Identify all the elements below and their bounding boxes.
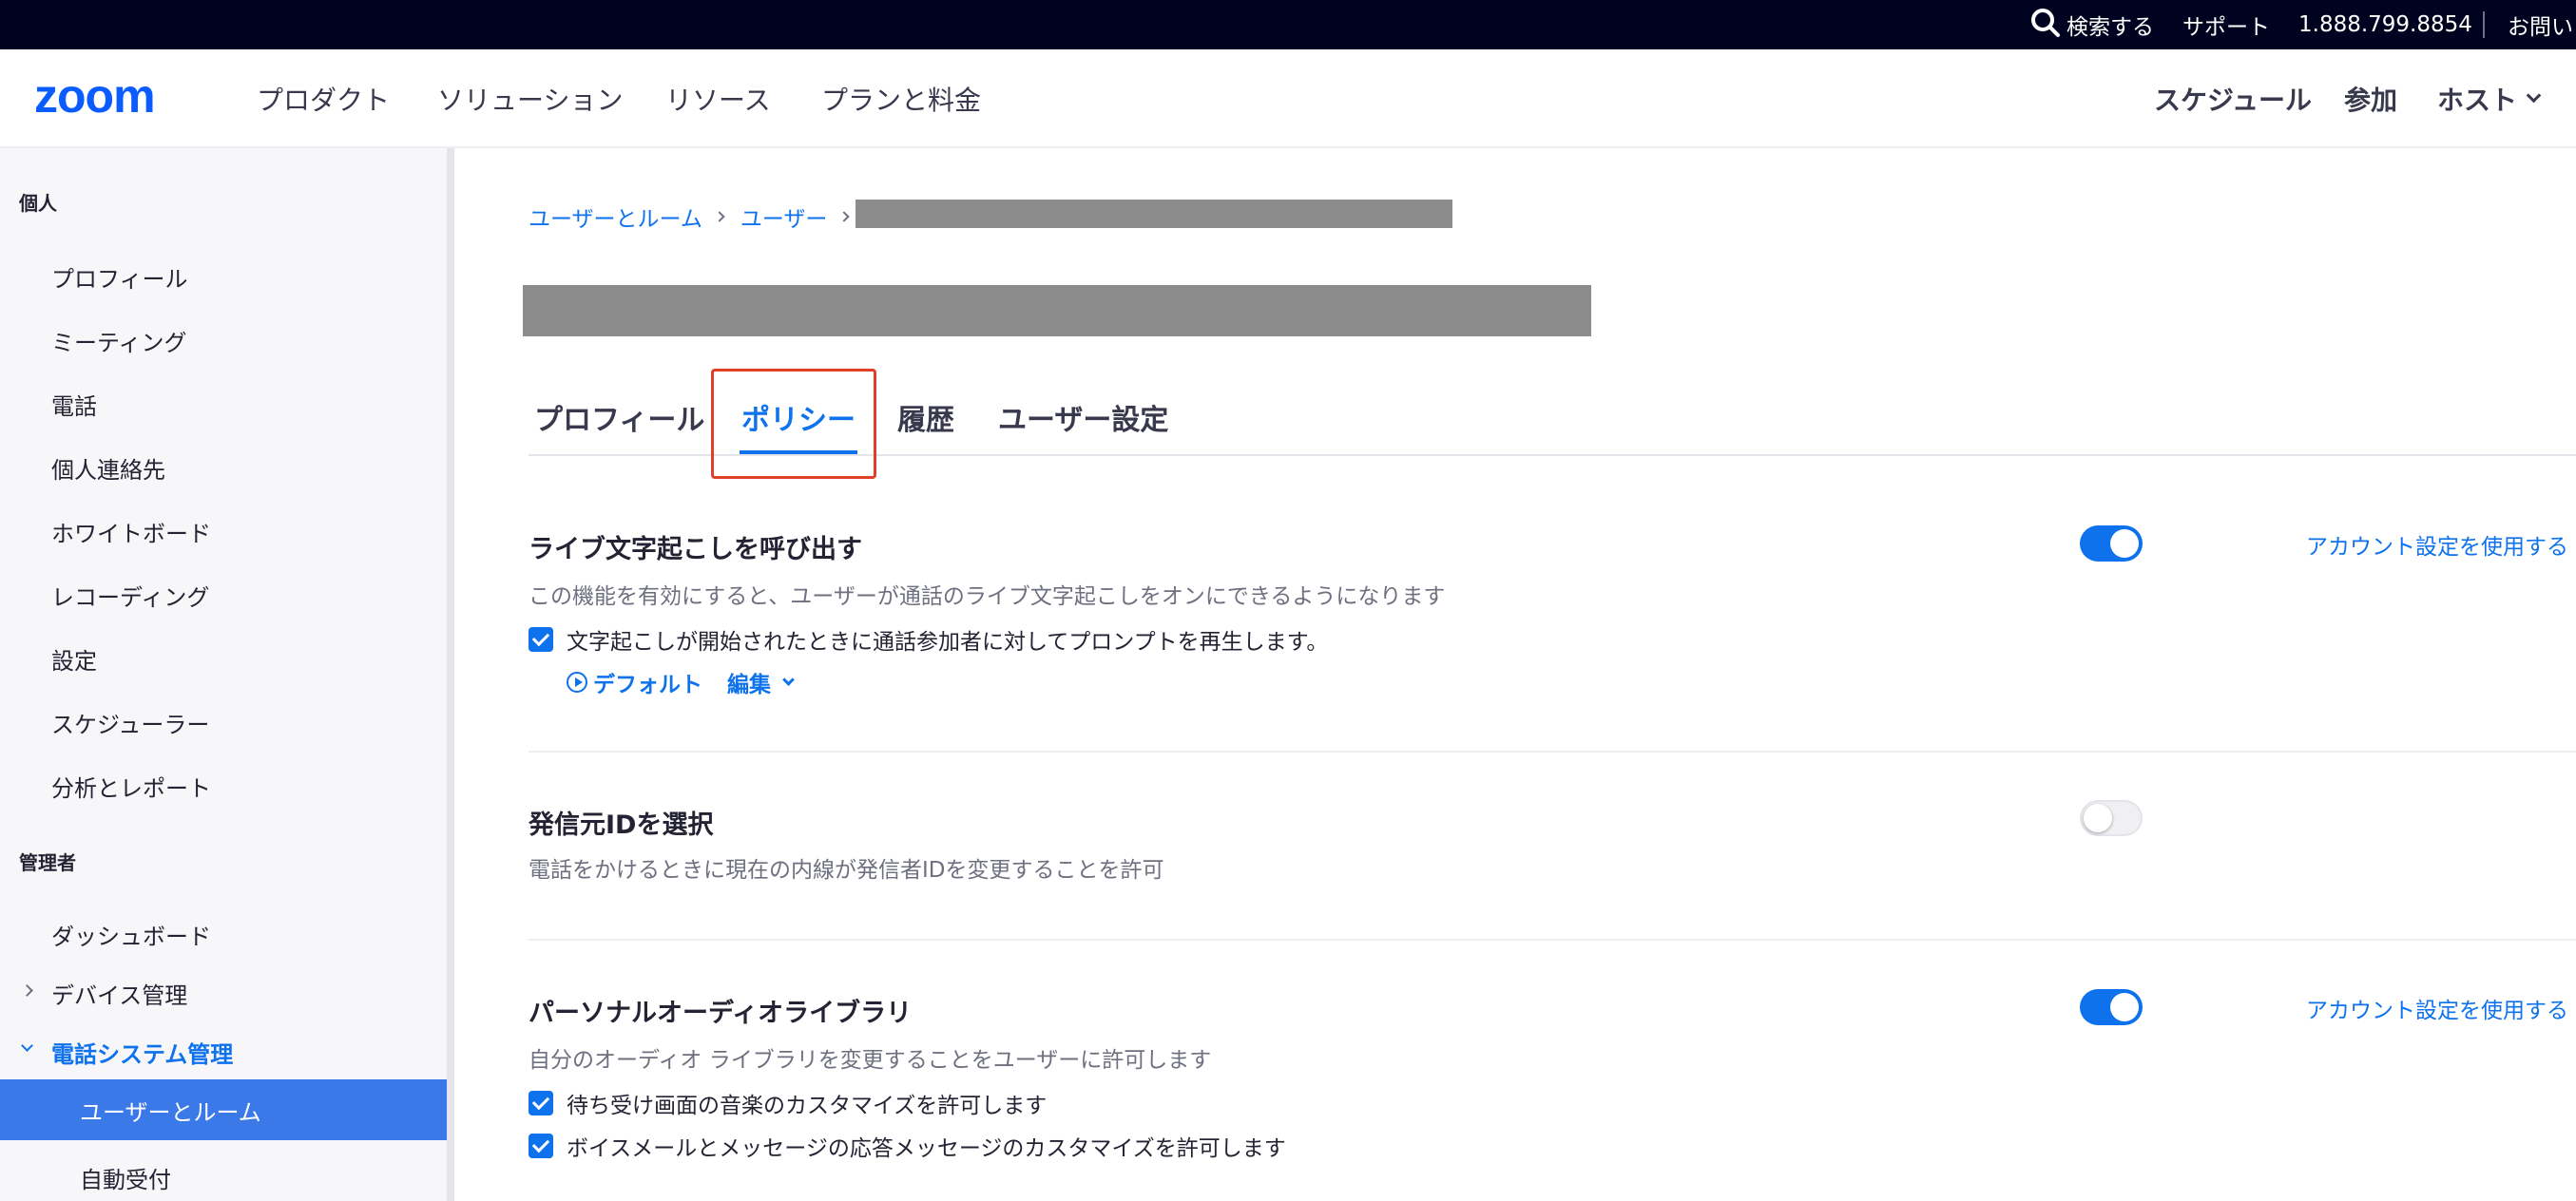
default-link[interactable]: デフォルト bbox=[593, 666, 702, 698]
nav-join[interactable]: 参加 bbox=[2344, 49, 2397, 148]
nav-host[interactable]: ホスト bbox=[2437, 49, 2542, 148]
option-label: 文字起こしが開始されたときに通話参加者に対してプロンプトを再生します。 bbox=[567, 630, 1329, 655]
tab-history[interactable]: 履歴 bbox=[897, 380, 954, 454]
sidebar-item-whiteboard[interactable]: ホワイトボード bbox=[51, 515, 211, 548]
main-nav: zoom プロダクト ソリューション リソース プランと料金 スケジュール 参加… bbox=[0, 49, 2576, 148]
sidebar-item-users-rooms[interactable]: ユーザーとルーム bbox=[0, 1079, 447, 1140]
utility-bar: 検索する サポート 1.888.799.8854 お問い bbox=[0, 0, 2576, 49]
highlight-annotation bbox=[711, 369, 876, 479]
toggle-knob bbox=[2110, 993, 2139, 1021]
chevron-right-icon bbox=[714, 211, 725, 222]
sidebar-scrollbar[interactable] bbox=[447, 148, 454, 1201]
sidebar-item-auto-receptionist[interactable]: 自動受付 bbox=[80, 1161, 171, 1194]
play-icon[interactable] bbox=[567, 672, 587, 693]
toggle-knob bbox=[2110, 529, 2139, 558]
redacted-user-name bbox=[523, 285, 1591, 336]
sidebar: 個人 プロフィール ミーティング 電話 個人連絡先 ホワイトボード レコーディン… bbox=[0, 148, 454, 1201]
sidebar-item-scheduler[interactable]: スケジューラー bbox=[51, 706, 209, 739]
chevron-right-icon[interactable] bbox=[21, 984, 33, 997]
chevron-down-icon[interactable] bbox=[782, 673, 795, 686]
use-account-setting-link[interactable]: アカウント設定を使用する bbox=[2306, 528, 2568, 561]
option-label: ボイスメールとメッセージの応答メッセージのカスタマイズを許可します bbox=[567, 1136, 1286, 1161]
use-account-setting-link[interactable]: アカウント設定を使用する bbox=[2306, 992, 2568, 1024]
sidebar-item-phone-system[interactable]: 電話システム管理 bbox=[51, 1036, 233, 1069]
setting-title-live-transcription: ライブ文字起こしを呼び出す bbox=[529, 535, 862, 564]
sidebar-item-dashboard[interactable]: ダッシュボード bbox=[51, 918, 211, 951]
option-hold-music[interactable]: 待ち受け画面の音楽のカスタマイズを許可します bbox=[529, 1089, 1048, 1118]
nav-pricing[interactable]: プランと料金 bbox=[821, 49, 981, 148]
nav-solutions[interactable]: ソリューション bbox=[437, 49, 623, 148]
edit-link[interactable]: 編集 bbox=[727, 666, 771, 698]
search-link[interactable]: 検索する bbox=[2067, 0, 2154, 49]
toggle-caller-id[interactable] bbox=[2080, 800, 2143, 836]
redacted-breadcrumb-name bbox=[855, 200, 1452, 228]
sidebar-item-phone[interactable]: 電話 bbox=[51, 388, 97, 421]
nav-schedule[interactable]: スケジュール bbox=[2154, 49, 2312, 148]
setting-title-caller-id: 発信元IDを選択 bbox=[529, 810, 714, 840]
breadcrumb-users[interactable]: ユーザー bbox=[740, 200, 828, 233]
nav-host-label: ホスト bbox=[2437, 85, 2518, 116]
chevron-down-icon[interactable] bbox=[21, 1039, 33, 1052]
nav-resources[interactable]: リソース bbox=[665, 49, 771, 148]
breadcrumb-users-rooms[interactable]: ユーザーとルーム bbox=[529, 200, 702, 233]
setting-desc-live-transcription: この機能を有効にすると、ユーザーが通話のライブ文字起こしをオンにできるようになり… bbox=[529, 584, 1446, 609]
search-icon[interactable] bbox=[2028, 6, 2063, 40]
toggle-live-transcription[interactable] bbox=[2080, 525, 2143, 562]
zoom-logo[interactable]: zoom bbox=[34, 76, 205, 118]
toggle-knob bbox=[2084, 804, 2112, 832]
option-transcription-prompt[interactable]: 文字起こしが開始されたときに通話参加者に対してプロンプトを再生します。 bbox=[529, 625, 1329, 655]
tab-profile[interactable]: プロフィール bbox=[534, 380, 704, 454]
support-link[interactable]: サポート bbox=[2182, 0, 2270, 49]
sidebar-item-profile[interactable]: プロフィール bbox=[51, 260, 188, 294]
sidebar-heading-personal: 個人 bbox=[19, 192, 57, 215]
setting-desc-caller-id: 電話をかけるときに現在の内線が発信者IDを変更することを許可 bbox=[529, 858, 1164, 883]
sidebar-item-recording[interactable]: レコーディング bbox=[51, 579, 209, 612]
prompt-links: デフォルト 編集 bbox=[567, 665, 795, 699]
checkbox-checked[interactable] bbox=[529, 1091, 553, 1115]
breadcrumb: ユーザーとルーム ユーザー bbox=[529, 200, 865, 234]
sidebar-item-contacts[interactable]: 個人連絡先 bbox=[51, 451, 165, 485]
sidebar-heading-admin: 管理者 bbox=[19, 851, 76, 874]
phone-number[interactable]: 1.888.799.8854 bbox=[2298, 0, 2472, 49]
checkbox-checked[interactable] bbox=[529, 627, 553, 652]
toggle-audio-library[interactable] bbox=[2080, 989, 2143, 1025]
svg-text:zoom: zoom bbox=[34, 76, 155, 118]
setting-desc-audio-library: 自分のオーディオ ライブラリを変更することをユーザーに許可します bbox=[529, 1048, 1212, 1073]
option-label: 待ち受け画面の音楽のカスタマイズを許可します bbox=[567, 1094, 1048, 1118]
option-voicemail-greeting[interactable]: ボイスメールとメッセージの応答メッセージのカスタマイズを許可します bbox=[529, 1132, 1286, 1161]
setting-title-audio-library: パーソナルオーディオライブラリ bbox=[529, 999, 913, 1028]
sidebar-item-device-mgmt[interactable]: デバイス管理 bbox=[51, 977, 187, 1010]
contact-link[interactable]: お問い bbox=[2508, 0, 2573, 49]
nav-products[interactable]: プロダクト bbox=[257, 49, 390, 148]
chevron-down-icon bbox=[2526, 87, 2542, 103]
chevron-right-icon bbox=[838, 211, 851, 222]
checkbox-checked[interactable] bbox=[529, 1134, 553, 1158]
utility-divider bbox=[2483, 11, 2485, 38]
sidebar-item-settings[interactable]: 設定 bbox=[51, 642, 97, 676]
sidebar-item-users-rooms-label: ユーザーとルーム bbox=[80, 1098, 261, 1126]
sidebar-item-meetings[interactable]: ミーティング bbox=[51, 324, 187, 357]
tab-user-settings[interactable]: ユーザー設定 bbox=[998, 380, 1168, 454]
section-divider bbox=[529, 939, 2576, 941]
sidebar-item-reports[interactable]: 分析とレポート bbox=[51, 770, 211, 803]
section-divider bbox=[529, 751, 2576, 753]
